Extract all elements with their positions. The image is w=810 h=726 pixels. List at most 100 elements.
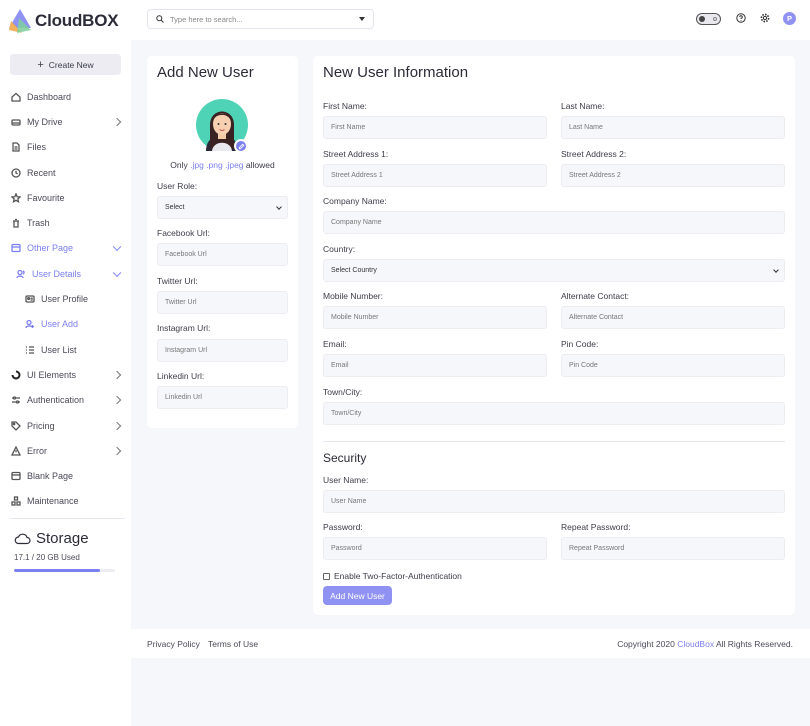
instagram-url-input[interactable]: Instagram Url (157, 339, 288, 362)
sidebar-item-label: User Details (32, 268, 82, 279)
sidebar-item-favourite[interactable]: Favourite (0, 185, 131, 210)
footer: Privacy Policy Terms of Use Copyright 20… (131, 629, 810, 658)
copyright-prefix: Copyright 2020 (617, 639, 675, 649)
allowed-extensions: .jpg .png .jpeg (190, 160, 244, 170)
section-divider (323, 441, 785, 442)
sidebar-item-files[interactable]: Files (0, 135, 131, 160)
sidebar-item-blank-page[interactable]: Blank Page (0, 463, 131, 488)
chevron-down-icon (773, 267, 779, 273)
user-role-select[interactable]: Select (157, 196, 288, 219)
search-icon (156, 15, 164, 23)
sidebar-item-pricing[interactable]: Pricing (0, 413, 131, 438)
twitter-url-input[interactable]: Twitter Url (157, 291, 288, 314)
sidebar-item-dashboard[interactable]: Dashboard (0, 84, 131, 109)
sidebar-item-label: Pricing (27, 420, 55, 431)
user-information-card: New User Information (313, 56, 795, 615)
sidebar-item-label: Files (27, 142, 47, 153)
sidebar-menu: Dashboard My Drive Files Recent Favourit… (0, 84, 131, 514)
page-icon (11, 244, 21, 253)
username-input[interactable]: User Name (323, 490, 785, 513)
create-new-label: Create New (48, 59, 94, 70)
caret-down-icon[interactable] (359, 17, 365, 21)
town-input[interactable]: Town/City (323, 402, 785, 425)
user-add-icon (25, 320, 34, 329)
street1-input[interactable]: Street Address 1 (323, 164, 547, 187)
facebook-url-input[interactable]: Facebook Url (157, 243, 288, 266)
instagram-label: Instagram Url: (157, 323, 211, 333)
sidebar-item-label: User List (41, 344, 77, 355)
sidebar-item-user-add[interactable]: User Add (0, 312, 131, 337)
help-icon[interactable] (736, 13, 746, 23)
twitter-label: Twitter Url: (157, 276, 198, 286)
sidebar-item-label: My Drive (27, 116, 63, 127)
sidebar-item-other-page[interactable]: Other Page (0, 236, 131, 261)
sidebar-item-authentication[interactable]: Authentication (0, 388, 131, 413)
copyright-brand-link[interactable]: CloudBox (677, 639, 714, 649)
terms-of-use-link[interactable]: Terms of Use (208, 639, 258, 649)
sidebar-item-user-list[interactable]: User List (0, 337, 131, 362)
company-input[interactable]: Company Name (323, 211, 785, 234)
chevron-right-icon (112, 395, 122, 405)
allowed-formats-note: Only .jpg .png .jpeg allowed (147, 160, 298, 170)
chevron-down-icon (276, 204, 282, 210)
linkedin-url-input[interactable]: Linkedin Url (157, 386, 288, 409)
two-factor-checkbox[interactable] (323, 572, 330, 580)
chevron-right-icon (112, 446, 122, 456)
repeat-password-input[interactable]: Repeat Password (561, 537, 785, 560)
topbar: Type here to search... P (131, 0, 810, 40)
pin-code-input[interactable]: Pin Code (561, 354, 785, 377)
privacy-policy-link[interactable]: Privacy Policy (147, 639, 200, 649)
plus-icon: + (37, 58, 44, 71)
chevron-down-icon (112, 242, 122, 252)
country-select[interactable]: Select Country (323, 259, 785, 282)
first-name-label: First Name: (323, 101, 367, 111)
drive-icon (11, 119, 21, 126)
chevron-right-icon (112, 117, 122, 127)
last-name-input[interactable]: Last Name (561, 116, 785, 139)
sidebar-item-recent[interactable]: Recent (0, 160, 131, 185)
country-value: Select Country (331, 267, 377, 274)
user-information-title: New User Information (323, 64, 469, 81)
first-name-input[interactable]: First Name (323, 116, 547, 139)
storage-used-text: 17.1 / 20 GB Used (14, 553, 80, 562)
sidebar-item-error[interactable]: Error (0, 438, 131, 463)
sidebar-item-my-drive[interactable]: My Drive (0, 109, 131, 134)
password-input[interactable]: Password (323, 537, 547, 560)
sidebar-item-user-profile[interactable]: User Profile (0, 286, 131, 311)
street2-input[interactable]: Street Address 2 (561, 164, 785, 187)
sidebar-item-label: Favourite (27, 192, 65, 203)
toggle-knob (699, 16, 705, 22)
users-icon (16, 269, 25, 278)
star-icon (11, 192, 21, 203)
pencil-icon (238, 143, 244, 149)
brand-logo[interactable]: CloudBOX (8, 7, 119, 35)
sidebar-item-label: Trash (27, 218, 50, 229)
file-icon (12, 142, 20, 152)
search-input[interactable]: Type here to search... (147, 9, 374, 29)
user-avatar[interactable]: P (783, 12, 796, 25)
brand-name: CloudBOX (35, 11, 119, 30)
sidebar-item-label: Blank Page (27, 471, 74, 482)
sidebar-item-user-details[interactable]: User Details (0, 261, 131, 286)
edit-photo-button[interactable] (234, 139, 248, 153)
mobile-input[interactable]: Mobile Number (323, 306, 547, 329)
two-factor-checkbox-row[interactable]: Enable Two-Factor-Authentication (323, 571, 462, 581)
facebook-label: Facebook Url: (157, 228, 210, 238)
sidebar-item-trash[interactable]: Trash (0, 210, 131, 235)
clock-icon (11, 167, 21, 178)
sidebar-item-maintenance[interactable]: Maintenance (0, 489, 131, 514)
sidebar-item-ui-elements[interactable]: UI Elements (0, 362, 131, 387)
logo-icon (9, 9, 31, 33)
add-new-user-button[interactable]: Add New User (323, 586, 392, 605)
storage-progress-fill (14, 569, 101, 572)
alt-contact-input[interactable]: Alternate Contact (561, 306, 785, 329)
theme-toggle[interactable] (696, 13, 721, 25)
gear-icon[interactable] (760, 13, 770, 23)
repeat-password-label: Repeat Password: (561, 522, 631, 532)
create-new-button[interactable]: + Create New (10, 54, 121, 75)
add-user-title: Add New User (157, 64, 254, 81)
sidebar-item-label: User Add (41, 319, 79, 330)
sidebar-item-label: Recent (27, 167, 56, 178)
email-input[interactable]: Email (323, 354, 547, 377)
warning-icon (11, 445, 21, 456)
